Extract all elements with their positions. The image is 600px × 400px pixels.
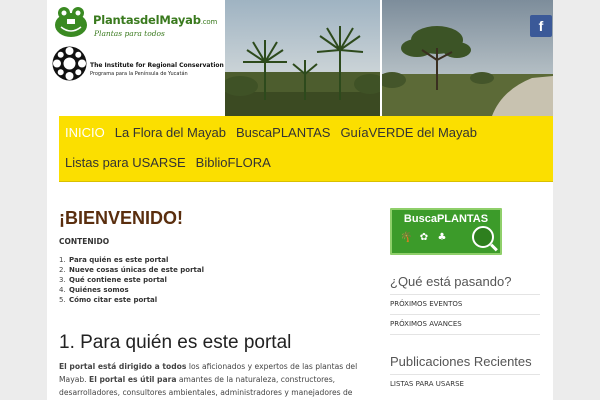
nav-item-guiaverde[interactable]: GuíaVERDE del Mayab (340, 125, 477, 140)
institute-logo-icon (52, 46, 87, 81)
site-header: PlantasdelMayab.com Plantas para todos T… (47, 0, 553, 116)
toc-item: 3. Qué contiene este portal (59, 276, 167, 284)
toc-link[interactable]: Para quién es este portal (69, 256, 168, 264)
sidebar-link-avances[interactable]: PRÓXIMOS AVANCES (390, 320, 540, 328)
page: PlantasdelMayab.com Plantas para todos T… (47, 0, 553, 400)
sidebar: BuscaPLANTAS 🌴 ✿ ♣ ¿Qué está pasando? PR… (390, 182, 540, 400)
institute-name: The Institute for Regional Conservation (90, 62, 224, 69)
logo-tagline: Plantas para todos (94, 29, 165, 38)
divider (390, 334, 540, 335)
nav-row-2: Listas para USARSE BiblioFLORA (65, 155, 271, 170)
nav-row-1: INICIO La Flora del Mayab BuscaPLANTAS G… (65, 125, 477, 140)
intro-paragraph: El portal está dirigido a todos los afic… (59, 360, 359, 399)
nav-item-inicio[interactable]: INICIO (65, 125, 105, 140)
divider (390, 374, 540, 375)
toc-item: 5. Cómo citar este portal (59, 296, 158, 304)
toc-link[interactable]: Quiénes somos (69, 286, 129, 294)
body-bold-2: El portal es útil para (89, 375, 177, 384)
grass-icon: ♣ (437, 232, 447, 243)
toc-link[interactable]: Nueve cosas únicas de este portal (69, 266, 204, 274)
palm-icon: 🌴 (400, 232, 413, 243)
toc-link[interactable]: Cómo citar este portal (69, 296, 157, 304)
magnifier-icon (472, 226, 494, 248)
nav-item-listas[interactable]: Listas para USARSE (65, 155, 186, 170)
banner-icons: 🌴 ✿ ♣ (400, 232, 448, 244)
frog-logo-icon (55, 7, 87, 37)
toc-item: 1. Para quién es este portal (59, 256, 169, 264)
nav-item-biblioflora[interactable]: BiblioFLORA (196, 155, 271, 170)
header-photo-palms (225, 0, 380, 116)
main-content: ¡BIENVENIDO! CONTENIDO 1. Para quién es e… (59, 182, 369, 400)
nav-item-buscaplantas[interactable]: BuscaPLANTAS (236, 125, 330, 140)
site-logo[interactable]: PlantasdelMayab.com Plantas para todos T… (47, 0, 225, 116)
sidebar-heading-events: ¿Qué está pasando? (390, 274, 512, 289)
sidebar-link-eventos[interactable]: PRÓXIMOS EVENTOS (390, 300, 540, 308)
section-title: 1. Para quién es este portal (59, 332, 292, 353)
facebook-icon[interactable]: f (530, 15, 552, 37)
nav-item-flora[interactable]: La Flora del Mayab (115, 125, 226, 140)
logo-name: PlantasdelMayab.com (93, 13, 218, 27)
page-title: ¡BIENVENIDO! (59, 208, 184, 228)
toc-link[interactable]: Qué contiene este portal (69, 276, 167, 284)
table-of-contents: 1. Para quién es este portal 2. Nueve cosa… (59, 255, 204, 305)
flower-icon: ✿ (419, 232, 429, 243)
divider (390, 294, 540, 295)
body-bold-1: El portal está dirigido a todos (59, 362, 187, 371)
institute-program: Programa para la Península de Yucatán (90, 71, 188, 77)
header-photo-road (382, 0, 553, 116)
main-navigation: INICIO La Flora del Mayab BuscaPLANTAS G… (59, 116, 553, 182)
toc-heading: CONTENIDO (59, 237, 110, 246)
sidebar-heading-recent: Publicaciones Recientes (390, 354, 532, 369)
buscaplantas-banner[interactable]: BuscaPLANTAS 🌴 ✿ ♣ (390, 208, 502, 255)
toc-item: 4. Quiénes somos (59, 286, 129, 294)
toc-item: 2. Nueve cosas únicas de este portal (59, 266, 205, 274)
sidebar-link-listas[interactable]: LISTAS PARA USARSE (390, 380, 540, 388)
banner-title: BuscaPLANTAS (403, 213, 489, 225)
divider (390, 314, 540, 315)
